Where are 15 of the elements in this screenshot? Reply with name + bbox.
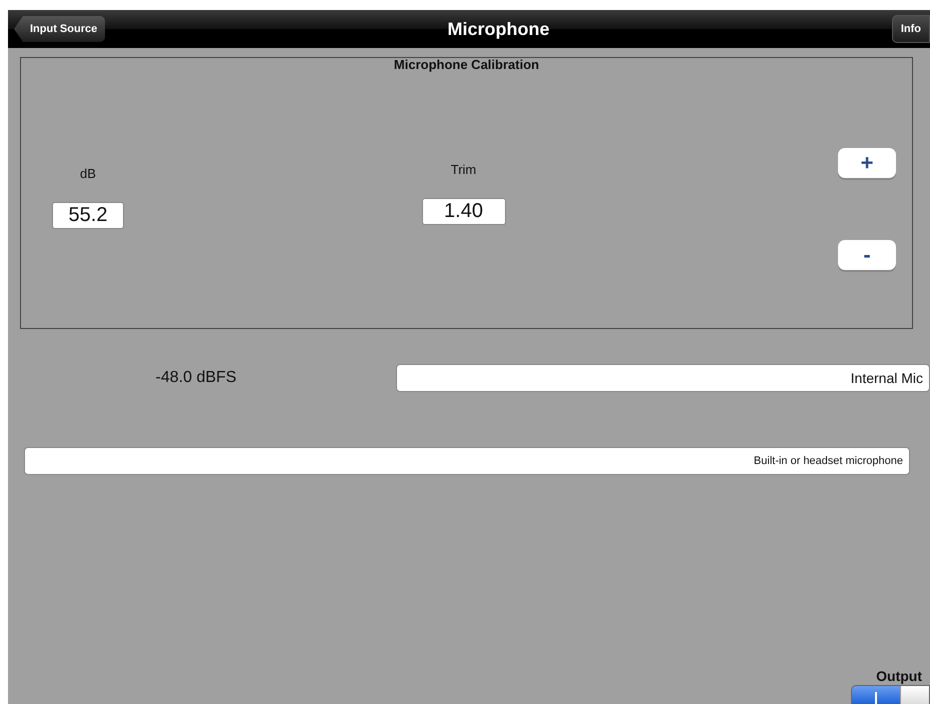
page-title: Microphone [448,18,550,40]
output-label: Output [876,668,922,684]
back-button[interactable]: Input Source [14,16,106,42]
plus-button[interactable]: + [838,148,896,178]
info-button[interactable]: Info [892,15,930,43]
minus-button[interactable]: - [838,240,896,270]
db-label: dB [80,166,96,183]
db-field[interactable]: 55.2 [52,202,124,229]
panel-title: Microphone Calibration [394,57,540,72]
output-switch[interactable] [851,685,930,704]
trim-field[interactable]: 1.40 [422,198,506,225]
description-field[interactable]: Built-in or headset microphone [24,447,910,475]
input-name-field[interactable]: Internal Mic [396,364,930,392]
trim-label: Trim [450,162,476,179]
level-reading: -48.0 dBFS [154,369,238,387]
